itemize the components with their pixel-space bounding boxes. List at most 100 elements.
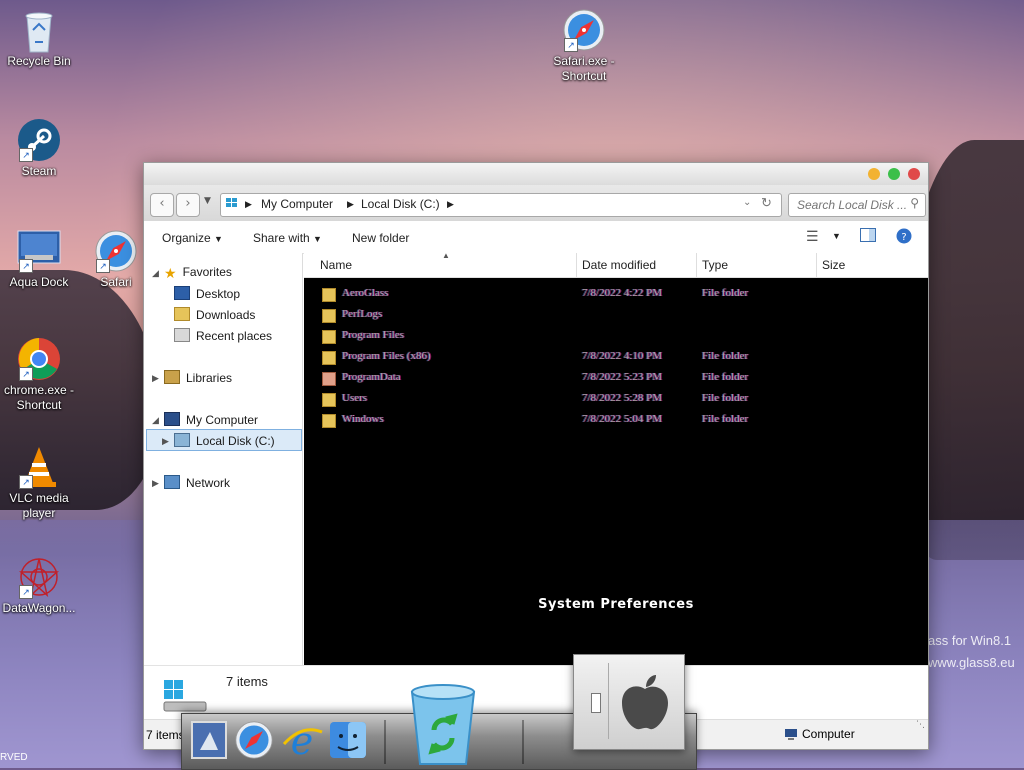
breadcrumb-my-computer[interactable]: My Computer [261,197,333,211]
collapsed-arrow-icon[interactable]: ▶ [152,479,159,489]
column-divider[interactable] [576,253,577,277]
search-icon[interactable]: ⚲ [910,196,919,210]
dock-mail-icon[interactable] [190,720,228,763]
file-list: Name ▲ Date modified Type Size AeroGlass… [304,251,928,665]
minimize-button[interactable] [868,168,880,180]
organize-button[interactable]: Organize ▼ [162,231,223,245]
column-header-date-modified[interactable]: Date modified [582,258,656,272]
maximize-button[interactable] [888,168,900,180]
downloads-icon [174,307,190,321]
file-date: 7/8/2022 5:23 PM [582,371,663,383]
column-header-type[interactable]: Type [702,258,728,272]
shortcut-arrow-icon: ↗ [19,585,33,599]
address-field[interactable]: ▶ My Computer ▶ Local Disk (C:) ▶ ⌄ ↻ [220,193,782,217]
svg-text:e: e [291,719,314,762]
title-bar[interactable] [144,163,928,185]
table-row[interactable]: AeroGlass 7/8/2022 4:22 PM File folder [304,284,928,305]
datawagon-icon: ↗ [17,555,61,599]
nav-label: Libraries [186,371,233,385]
resize-grip-icon[interactable]: ⋱ [916,720,925,730]
file-name: Program Files (x86) [342,350,431,362]
column-divider[interactable] [696,253,697,277]
desktop-icon-steam[interactable]: ↗ Steam [1,118,77,179]
column-header-row: Name ▲ Date modified Type Size [304,251,928,278]
nav-label: Desktop [196,287,241,301]
file-name: Users [342,392,368,404]
column-header-size[interactable]: Size [822,258,845,272]
shortcut-arrow-icon: ↗ [19,259,33,273]
shortcut-arrow-icon: ↗ [19,148,33,162]
nav-libraries[interactable]: Libraries [164,370,232,385]
nav-favorites[interactable]: ★ Favorites [164,265,232,281]
nav-local-disk[interactable]: Local Disk (C:) [174,433,275,448]
table-row[interactable]: Users 7/8/2022 5:28 PM File folder [304,389,928,410]
view-dropdown-icon[interactable]: ▼ [832,231,841,241]
table-row[interactable]: ProgramData 7/8/2022 5:23 PM File folder [304,368,928,389]
command-toolbar: Organize ▼ Share with ▼ New folder ☰ ▼ ? [144,221,928,254]
expanded-arrow-icon[interactable]: ◢ [152,269,159,279]
nav-my-computer[interactable]: My Computer [164,412,258,427]
desktop-icon-recycle-bin[interactable]: Recycle Bin [1,8,77,69]
desktop-icon-safari-shortcut[interactable]: ↗ Safari.exe - Shortcut [546,8,622,84]
dock-recycle-bin-icon[interactable] [404,682,482,769]
breadcrumb-separator-icon: ▶ [447,199,454,209]
table-row[interactable]: Program Files (x86) 7/8/2022 4:10 PM Fil… [304,347,928,368]
desktop-icon-label: VLC media player [9,491,69,520]
network-icon [164,475,180,489]
folder-icon [322,414,336,428]
expanded-arrow-icon[interactable]: ◢ [152,416,159,426]
forward-button[interactable]: › [176,193,200,217]
file-name: PerfLogs [342,308,383,320]
table-row[interactable]: Windows 7/8/2022 5:04 PM File folder [304,410,928,431]
search-box[interactable]: ⚲ [788,193,926,217]
folder-icon [322,393,336,407]
table-row[interactable]: PerfLogs [304,305,928,326]
corner-text: RVED [0,752,28,763]
desktop-icon-datawagon[interactable]: ↗ DataWagon... [1,555,77,616]
recent-locations-dropdown[interactable]: ▼ [204,196,211,206]
nav-label: Recent places [196,329,273,343]
nav-network[interactable]: Network [164,475,230,490]
collapsed-arrow-icon[interactable]: ▶ [152,374,159,384]
preview-pane-icon[interactable] [860,228,876,245]
refresh-icon[interactable]: ↻ [761,195,772,211]
desktop-icon-vlc[interactable]: ↗ VLC media player [1,445,77,521]
collapsed-arrow-icon[interactable]: ▶ [162,437,169,447]
column-divider[interactable] [816,253,817,277]
desktop-icon-aqua-dock[interactable]: ↗ Aqua Dock [1,229,77,290]
column-header-name[interactable]: Name [320,258,352,272]
desktop-icon-chrome[interactable]: ↗ chrome.exe - Shortcut [1,337,77,413]
shortcut-arrow-icon: ↗ [564,38,578,52]
close-button[interactable] [908,168,920,180]
folder-icon [322,372,336,386]
share-with-button[interactable]: Share with ▼ [253,231,322,245]
dock-internet-explorer-icon[interactable]: e [280,718,324,765]
desktop-icon-label: chrome.exe - Shortcut [3,383,75,412]
svg-text:?: ? [901,232,906,243]
forward-arrow-icon: › [185,196,191,211]
details-pane: 7 items [144,665,928,720]
nav-recent-places[interactable]: Recent places [174,328,272,343]
system-preferences-icon[interactable] [573,654,685,750]
nav-desktop[interactable]: Desktop [174,286,240,301]
watermark-line: ass for Win8.1 [928,633,1012,648]
help-icon[interactable]: ? [896,228,912,247]
details-item-count: 7 items [226,674,268,689]
nav-downloads[interactable]: Downloads [174,307,255,322]
back-button[interactable]: ‹ [150,193,174,217]
dock-finder-icon[interactable] [328,720,368,763]
computer-icon [784,727,798,744]
windows-drive-icon [162,678,208,715]
share-with-label: Share with [253,231,310,245]
table-row[interactable]: Program Files [304,326,928,347]
new-folder-button[interactable]: New folder [352,231,409,245]
dock-safari-icon[interactable] [234,720,274,763]
file-date: 7/8/2022 5:04 PM [582,413,663,425]
desktop-icon [174,286,190,300]
breadcrumb-separator-icon: ▶ [347,199,354,209]
desktop-icon-label: Safari [100,275,132,289]
breadcrumb-local-disk[interactable]: Local Disk (C:) [361,197,440,211]
search-input[interactable] [795,197,909,213]
view-options-icon[interactable]: ☰ [806,228,819,245]
address-history-chevron-icon[interactable]: ⌄ [743,197,751,208]
